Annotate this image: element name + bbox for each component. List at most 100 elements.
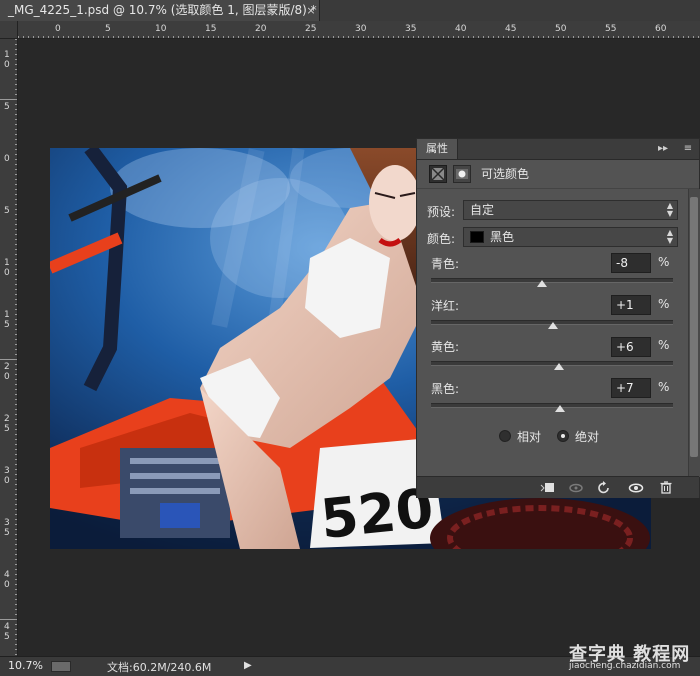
adjustment-title-row: 可选颜色 [417, 160, 699, 189]
status-menu-arrow-icon[interactable]: ▶ [244, 660, 252, 671]
reset-glyph [598, 481, 609, 494]
ruler-tick-label: 20 [255, 24, 267, 34]
properties-scrollbar[interactable] [688, 189, 700, 477]
ruler-tick-label: 0 [55, 24, 61, 34]
vertical-ruler[interactable]: 105051015202530354045 [0, 39, 18, 656]
ruler-tick-label: 0 [4, 154, 10, 164]
yellow-percent-sign: % [658, 338, 670, 352]
adjustment-layer-icon[interactable] [429, 165, 447, 183]
yellow-slider-thumb[interactable] [554, 363, 565, 370]
preset-label: 预设: [427, 205, 456, 219]
layer-mask-glyph [456, 169, 468, 179]
ruler-tick-label: 5 [4, 424, 10, 434]
ruler-tick-label: 0 [4, 268, 10, 278]
colors-label: 颜色: [427, 232, 456, 246]
cyan-value-field[interactable]: -8 [611, 253, 651, 273]
absolute-radio[interactable] [557, 430, 569, 442]
ruler-tick-label: 5 [4, 206, 10, 216]
properties-footer [417, 476, 699, 498]
properties-panel: 属性 ▸▸ ≡ 可选颜色 预设: 自定 ▲ ▼ 颜色: 黑色 ▲ ▼ 青色: -8 [416, 138, 700, 498]
black-label: 黑色: [431, 382, 460, 396]
colors-value: 黑色 [490, 230, 515, 244]
color-swatch [470, 231, 484, 243]
cyan-percent-sign: % [658, 255, 670, 269]
ruler-origin-corner[interactable] [0, 21, 18, 39]
magenta-value-field[interactable]: +1 [611, 295, 651, 315]
adjustment-title: 可选颜色 [481, 167, 530, 181]
site-watermark: 查字典 教程网 jiaocheng.chazidian.com [565, 640, 700, 674]
horizontal-ruler-ticks: 05101520253035404550556065 [18, 24, 699, 38]
document-tab[interactable]: _MG_4225_1.psd @ 10.7% (选取颜色 1, 图层蒙版/8) … [0, 0, 320, 21]
preset-value: 自定 [470, 203, 495, 217]
document-tab-title: _MG_4225_1.psd @ 10.7% (选取颜色 1, 图层蒙版/8) … [8, 3, 317, 17]
yellow-label: 黄色: [431, 340, 460, 354]
black-slider-track[interactable] [431, 403, 673, 408]
zoom-level[interactable]: 10.7% [8, 659, 43, 672]
document-info: 文档:60.2M/240.6M [107, 661, 212, 674]
colors-dropdown[interactable]: 黑色 ▲ ▼ [463, 227, 678, 247]
delete-trash-icon[interactable] [657, 479, 675, 496]
ruler-tick-label: 0 [4, 60, 10, 70]
yellow-slider-track[interactable] [431, 361, 673, 366]
clip-to-layer-icon[interactable] [539, 479, 557, 496]
status-view-icon[interactable] [51, 661, 71, 672]
ruler-tick-label: 3 [4, 518, 10, 528]
ruler-tick-label: 60 [655, 24, 667, 34]
view-previous-state-icon[interactable] [567, 479, 585, 496]
updown-arrow-icon: ▲ ▼ [666, 201, 673, 218]
watermark-url: jiaocheng.chazidian.com [569, 661, 681, 671]
collapse-icon[interactable]: ▸▸ [655, 141, 671, 157]
magenta-slider-thumb[interactable] [548, 322, 559, 329]
black-value-field[interactable]: +7 [611, 378, 651, 398]
tab-properties[interactable]: 属性 [417, 139, 458, 159]
document-tab-bar: _MG_4225_1.psd @ 10.7% (选取颜色 1, 图层蒙版/8) … [0, 0, 700, 22]
ruler-tick-label: 25 [305, 24, 316, 34]
relative-label[interactable]: 相对 [517, 428, 541, 445]
scrollbar-thumb[interactable] [690, 197, 698, 457]
black-percent-sign: % [658, 380, 670, 394]
layer-mask-icon[interactable] [453, 165, 471, 183]
delete-trash-glyph [660, 481, 672, 494]
ruler-tick-label: 1 [4, 50, 10, 60]
yellow-value-field[interactable]: +6 [611, 337, 651, 357]
ruler-tick-label: 0 [4, 476, 10, 486]
ruler-tick-label: 5 [4, 320, 10, 330]
cyan-slider-thumb[interactable] [537, 280, 548, 287]
ruler-tick-label: 15 [205, 24, 216, 34]
preset-dropdown[interactable]: 自定 ▲ ▼ [463, 200, 678, 220]
close-icon[interactable]: × [304, 0, 318, 21]
panel-menu-icon[interactable]: ≡ [680, 141, 696, 157]
visibility-eye-glyph [628, 483, 644, 493]
ruler-tick-label: 40 [455, 24, 467, 34]
ruler-tick-label: 50 [555, 24, 567, 34]
adjustment-layer-glyph [431, 167, 445, 181]
ruler-tick-label: 10 [155, 24, 167, 34]
vertical-ruler-ticks: 105051015202530354045 [0, 39, 17, 655]
absolute-label[interactable]: 绝对 [575, 428, 599, 445]
ruler-tick-label: 55 [605, 24, 616, 34]
ruler-tick-label: 1 [4, 258, 10, 268]
horizontal-ruler[interactable]: 05101520253035404550556065 [18, 21, 700, 39]
black-slider-thumb[interactable] [555, 405, 566, 412]
ruler-tick-label: 5 [105, 24, 111, 34]
ruler-tick-label: 30 [355, 24, 367, 34]
cyan-slider-track[interactable] [431, 278, 673, 283]
ruler-tick-label: 0 [4, 580, 10, 590]
reset-icon[interactable] [595, 479, 613, 496]
properties-panel-header: 属性 ▸▸ ≡ [417, 139, 699, 160]
magenta-percent-sign: % [658, 297, 670, 311]
ruler-tick-label: 0 [4, 372, 10, 382]
ruler-tick-label: 4 [4, 622, 10, 632]
cyan-label: 青色: [431, 257, 460, 271]
relative-radio[interactable] [499, 430, 511, 442]
ruler-tick-label: 45 [505, 24, 516, 34]
ruler-tick-label: 2 [4, 414, 10, 424]
ruler-tick-label: 1 [4, 310, 10, 320]
visibility-eye-icon[interactable] [627, 479, 645, 496]
ruler-tick-label: 3 [4, 466, 10, 476]
ruler-tick-label: 4 [4, 570, 10, 580]
ruler-tick-label: 2 [4, 362, 10, 372]
updown-arrow-icon: ▲ ▼ [666, 228, 673, 245]
ruler-tick-label: 35 [405, 24, 416, 34]
magenta-label: 洋红: [431, 299, 460, 313]
